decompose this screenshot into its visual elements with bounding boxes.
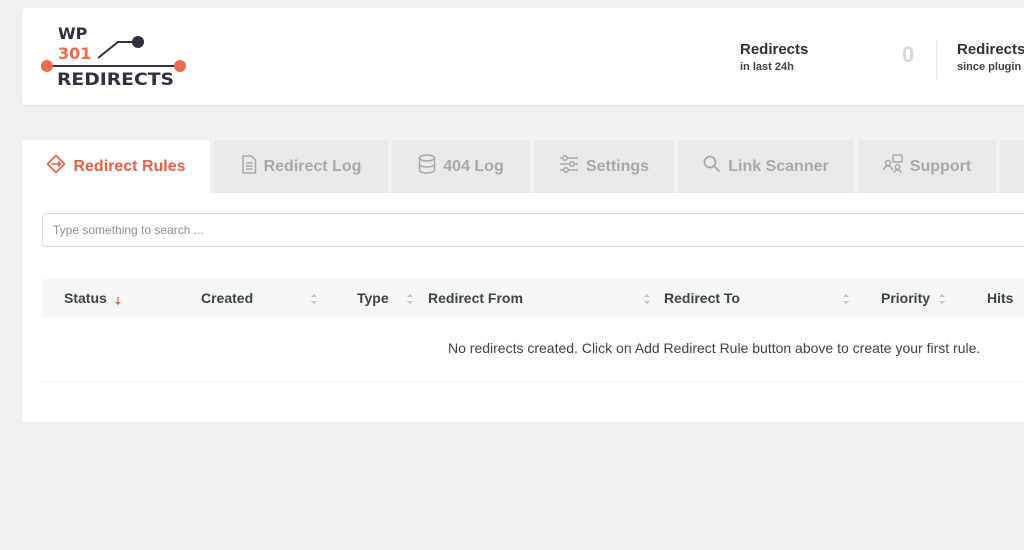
svg-text:301: 301	[58, 44, 91, 63]
stat-subtitle: since plugin	[957, 61, 1022, 73]
stat-subtitle: in last 24h	[740, 61, 794, 73]
tab-label: Redirect Rules	[73, 157, 186, 175]
stat-divider	[936, 41, 937, 79]
table-empty-row: No redirects created. Click on Add Redir…	[42, 318, 1024, 382]
stat-count-24h: 0	[902, 42, 915, 67]
wp301-logo[interactable]: WP 301 REDIRECTS	[40, 24, 190, 90]
search-icon	[703, 155, 721, 178]
tab-label: Link Scanner	[728, 157, 829, 175]
sliders-icon	[559, 154, 579, 179]
sort-icon[interactable]	[310, 292, 318, 306]
empty-table-message: No redirects created. Click on Add Redir…	[448, 340, 981, 356]
tab-redirect-rules[interactable]: Redirect Rules	[22, 140, 210, 193]
tab-more[interactable]	[1000, 140, 1024, 193]
tab-404-log[interactable]: 404 Log	[392, 140, 530, 193]
support-icon	[883, 154, 903, 179]
sort-icon[interactable]	[643, 292, 651, 306]
document-icon	[241, 154, 257, 179]
sort-icon[interactable]	[406, 292, 414, 306]
svg-text:WP: WP	[58, 24, 88, 43]
header-bar: WP 301 REDIRECTS Redirects in last 24h 0…	[22, 8, 1024, 105]
stat-redirects-total: Redirects since plugin	[957, 41, 1024, 75]
tab-label: Support	[909, 157, 972, 175]
stat-title: Redirects	[740, 41, 809, 58]
tab-label: 404 Log	[443, 157, 504, 175]
svg-text:REDIRECTS: REDIRECTS	[57, 70, 174, 90]
tab-label: Redirect Log	[263, 157, 362, 175]
tab-label: Settings	[585, 157, 650, 175]
sort-icon[interactable]	[938, 292, 946, 306]
column-header-created[interactable]: Created	[201, 279, 253, 318]
column-header-redirect-to[interactable]: Redirect To	[664, 279, 740, 318]
stat-redirects-24h: Redirects in last 24h	[740, 41, 808, 75]
tab-link-scanner[interactable]: Link Scanner	[678, 140, 854, 193]
column-header-priority[interactable]: Priority	[881, 279, 930, 318]
stat-title: Redirects	[957, 41, 1024, 58]
sort-desc-icon[interactable]	[114, 292, 122, 306]
tab-redirect-log[interactable]: Redirect Log	[214, 140, 388, 193]
sort-icon[interactable]	[842, 292, 850, 306]
column-header-redirect-from[interactable]: Redirect From	[428, 279, 523, 318]
search-input[interactable]	[42, 213, 1024, 247]
table-header: Status Created Type Redirect From Redire…	[42, 279, 1024, 318]
tab-settings[interactable]: Settings	[534, 140, 674, 193]
column-header-status[interactable]: Status	[64, 279, 107, 318]
database-icon	[418, 154, 436, 179]
column-header-hits[interactable]: Hits	[987, 279, 1013, 318]
tab-support[interactable]: Support	[858, 140, 996, 193]
column-header-type[interactable]: Type	[357, 279, 389, 318]
redirect-rules-panel: Status Created Type Redirect From Redire…	[22, 193, 1024, 422]
redirect-arrows-icon	[46, 154, 66, 179]
